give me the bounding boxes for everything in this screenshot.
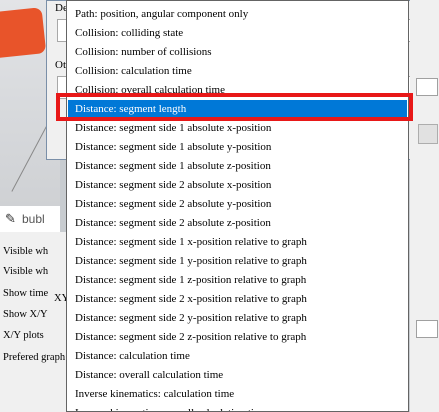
dropdown-item[interactable]: Collision: calculation time xyxy=(68,62,407,81)
dropdown-item[interactable]: Distance: calculation time xyxy=(68,347,407,366)
prop-row: Visible wh xyxy=(3,246,49,257)
dropdown-item[interactable]: Collision: number of collisions xyxy=(68,43,407,62)
prop-row: Show X/Y xyxy=(3,309,48,320)
prop-row: Show time xyxy=(3,288,49,299)
dropdown-item[interactable]: Path: position, angular component only xyxy=(68,5,407,24)
prop-row: Visible wh xyxy=(3,266,49,277)
prop-row: X/Y plots xyxy=(3,330,44,341)
bubble-title-text: bubl xyxy=(22,212,45,226)
data-stream-dropdown-list[interactable]: Path: position, angular component only Co… xyxy=(66,0,409,412)
dropdown-item[interactable]: Distance: segment side 1 absolute y-posi… xyxy=(68,138,407,157)
right-field[interactable] xyxy=(416,320,438,338)
properties-panel: Visible wh Visible wh Show time Show X/Y… xyxy=(0,232,66,412)
dropdown-item[interactable]: Distance: segment length xyxy=(68,100,407,119)
dialog-label-mid: Ot xyxy=(55,59,66,71)
bubble-window-title[interactable]: ✎ bubl xyxy=(0,206,60,233)
right-button[interactable] xyxy=(418,124,438,144)
orange-object xyxy=(0,7,47,59)
dropdown-item[interactable]: Distance: segment side 2 z-position rela… xyxy=(68,328,407,347)
dropdown-item[interactable]: Distance: segment side 2 absolute y-posi… xyxy=(68,195,407,214)
right-field[interactable] xyxy=(416,78,438,96)
dropdown-item[interactable]: Inverse kinematics: overall calculation … xyxy=(68,404,407,411)
prop-row: Prefered graph xyxy=(3,352,66,363)
dropdown-item[interactable]: Collision: overall calculation time xyxy=(68,81,407,100)
dropdown-item[interactable]: Distance: segment side 1 x-position rela… xyxy=(68,233,407,252)
dropdown-item[interactable]: Collision: colliding state xyxy=(68,24,407,43)
dropdown-item[interactable]: Distance: segment side 2 y-position rela… xyxy=(68,309,407,328)
dropdown-item[interactable]: Distance: segment side 1 z-position rela… xyxy=(68,271,407,290)
dropdown-item[interactable]: Distance: segment side 1 y-position rela… xyxy=(68,252,407,271)
dropdown-item[interactable]: Distance: segment side 2 absolute x-posi… xyxy=(68,176,407,195)
dropdown-item[interactable]: Distance: segment side 1 absolute z-posi… xyxy=(68,157,407,176)
dropdown-item[interactable]: Distance: segment side 1 absolute x-posi… xyxy=(68,119,407,138)
dropdown-item[interactable]: Inverse kinematics: calculation time xyxy=(68,385,407,404)
right-controls xyxy=(410,0,439,412)
dropdown-item[interactable]: Distance: segment side 2 absolute z-posi… xyxy=(68,214,407,233)
feather-icon: ✎ xyxy=(5,211,16,226)
dropdown-item[interactable]: Distance: segment side 2 x-position rela… xyxy=(68,290,407,309)
dropdown-item[interactable]: Distance: overall calculation time xyxy=(68,366,407,385)
